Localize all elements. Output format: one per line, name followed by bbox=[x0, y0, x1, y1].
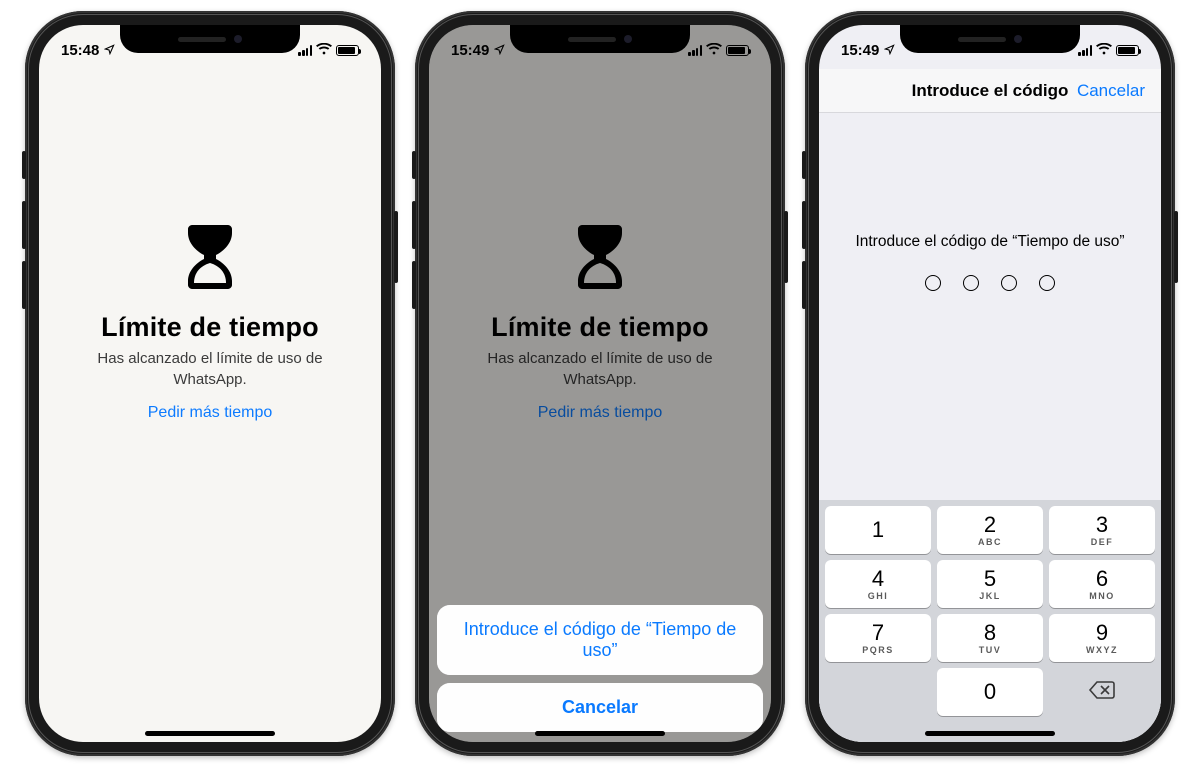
location-icon bbox=[884, 42, 895, 59]
cellular-signal-icon bbox=[1078, 45, 1092, 56]
home-indicator[interactable] bbox=[145, 731, 275, 736]
home-indicator[interactable] bbox=[925, 731, 1055, 736]
keypad-key-9[interactable]: 9WXYZ bbox=[1049, 614, 1155, 662]
keypad-key-4[interactable]: 4GHI bbox=[825, 560, 931, 608]
keypad-key-5[interactable]: 5JKL bbox=[937, 560, 1043, 608]
notch bbox=[120, 25, 300, 53]
status-time: 15:49 bbox=[451, 42, 489, 59]
navbar-title: Introduce el código bbox=[912, 81, 1069, 101]
screen-time-limit: 15:48 Límite de tiempo Has alcanzado el … bbox=[39, 25, 381, 742]
cellular-signal-icon bbox=[688, 45, 702, 56]
passcode-navbar: Introduce el código Cancelar bbox=[819, 69, 1161, 113]
passcode-prompt: Introduce el código de “Tiempo de uso” bbox=[855, 233, 1124, 251]
navbar-cancel-button[interactable]: Cancelar bbox=[1077, 81, 1145, 101]
ask-more-time-link[interactable]: Pedir más tiempo bbox=[148, 404, 273, 422]
limit-title: Límite de tiempo bbox=[101, 312, 319, 343]
keypad-key-7[interactable]: 7PQRS bbox=[825, 614, 931, 662]
sheet-cancel-button[interactable]: Cancelar bbox=[437, 683, 763, 732]
wifi-icon bbox=[316, 42, 332, 59]
keypad-spacer bbox=[825, 668, 931, 716]
passcode-dots bbox=[925, 275, 1055, 291]
screen-action-sheet: 15:49 Límite de tiempo Has alcanzado el … bbox=[429, 25, 771, 742]
cellular-signal-icon bbox=[298, 45, 312, 56]
phone-frame-3: 15:49 Introduce el código Cancelar Intro… bbox=[805, 11, 1175, 756]
keypad-key-0[interactable]: 0 bbox=[937, 668, 1043, 716]
backspace-icon bbox=[1088, 680, 1116, 705]
notch bbox=[510, 25, 690, 53]
passcode-dot bbox=[1001, 275, 1017, 291]
status-time: 15:49 bbox=[841, 42, 879, 59]
battery-icon bbox=[726, 45, 749, 56]
wifi-icon bbox=[706, 42, 722, 59]
phone-frame-2: 15:49 Límite de tiempo Has alcanzado el … bbox=[415, 11, 785, 756]
keypad-backspace[interactable] bbox=[1049, 668, 1155, 716]
keypad-key-8[interactable]: 8TUV bbox=[937, 614, 1043, 662]
battery-icon bbox=[1116, 45, 1139, 56]
action-sheet: Introduce el código de “Tiempo de uso” C… bbox=[437, 605, 763, 732]
home-indicator[interactable] bbox=[535, 731, 665, 736]
limit-subtitle: Has alcanzado el límite de uso de WhatsA… bbox=[69, 349, 351, 390]
phone-frame-1: 15:48 Límite de tiempo Has alcanzado el … bbox=[25, 11, 395, 756]
keypad-key-6[interactable]: 6MNO bbox=[1049, 560, 1155, 608]
status-time: 15:48 bbox=[61, 42, 99, 59]
keypad-key-3[interactable]: 3DEF bbox=[1049, 506, 1155, 554]
keypad-key-2[interactable]: 2ABC bbox=[937, 506, 1043, 554]
passcode-dot bbox=[963, 275, 979, 291]
notch bbox=[900, 25, 1080, 53]
keypad-key-1[interactable]: 1 bbox=[825, 506, 931, 554]
sheet-option-enter-code[interactable]: Introduce el código de “Tiempo de uso” bbox=[437, 605, 763, 675]
screen-passcode-entry: 15:49 Introduce el código Cancelar Intro… bbox=[819, 25, 1161, 742]
location-icon bbox=[104, 42, 115, 59]
location-icon bbox=[494, 42, 505, 59]
battery-icon bbox=[336, 45, 359, 56]
numeric-keypad: 1 2ABC 3DEF 4GHI 5JKL 6MNO 7PQRS 8TUV 9W… bbox=[819, 500, 1161, 742]
passcode-dot bbox=[1039, 275, 1055, 291]
passcode-dot bbox=[925, 275, 941, 291]
wifi-icon bbox=[1096, 42, 1112, 59]
hourglass-icon bbox=[184, 225, 236, 294]
